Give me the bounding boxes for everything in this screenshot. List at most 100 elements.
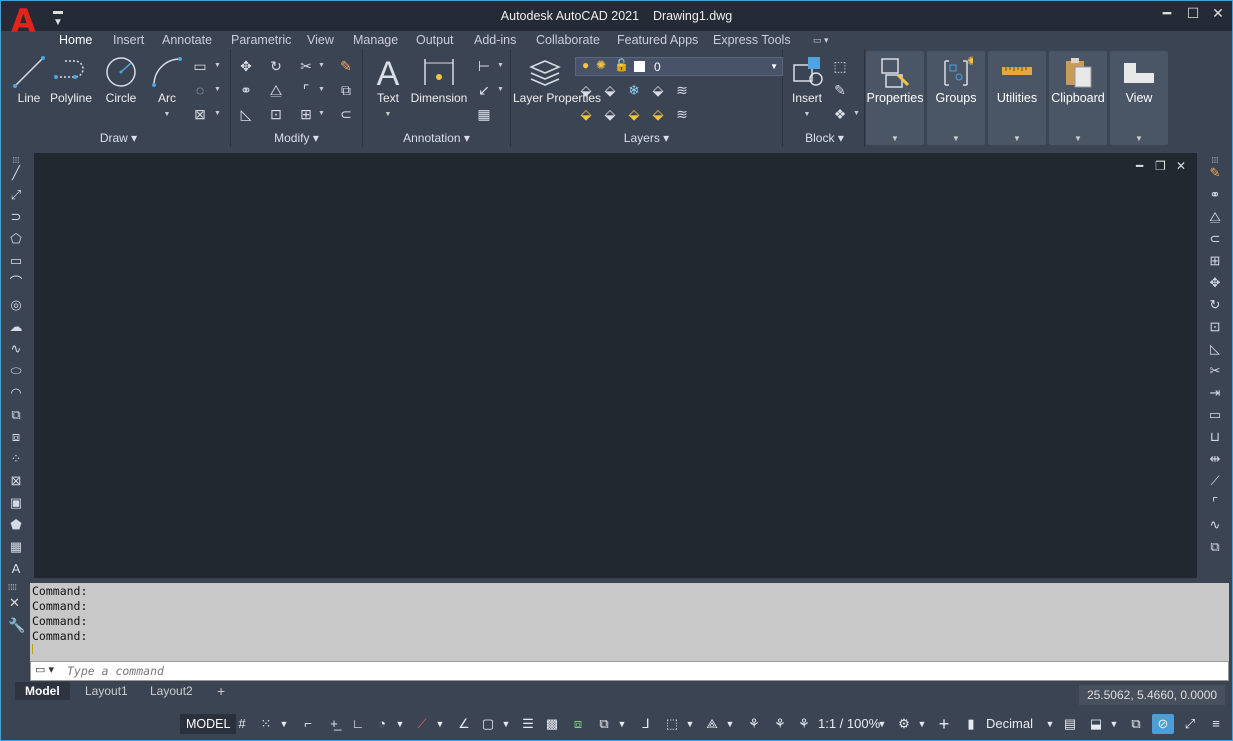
break-tool-icon[interactable]: ⊔ — [1207, 429, 1223, 445]
stretch-tool-icon[interactable]: ◺ — [1207, 341, 1223, 357]
circle-tool-icon[interactable]: ◎ — [8, 297, 24, 313]
isometric-dropdown-icon[interactable]: ▼ — [434, 714, 446, 734]
stretch-icon[interactable]: ◺ — [237, 105, 255, 123]
layer-properties-button[interactable]: Layer Properties — [513, 49, 601, 105]
leader-icon[interactable]: ↙ — [475, 81, 493, 99]
coordinate-readout[interactable]: 25.5062, 5.4660, 0.0000 — [1079, 685, 1225, 705]
command-input[interactable]: ▭ ▾ Type a command — [30, 661, 1229, 681]
extend-tool-icon[interactable]: ⇥ — [1207, 385, 1223, 401]
snap-dropdown-icon[interactable]: ▼ — [278, 714, 290, 734]
layer-match-icon[interactable]: ≋ — [673, 81, 691, 99]
maximize-icon[interactable]: ☐ — [1181, 5, 1205, 25]
workspace-dropdown-icon[interactable]: ▼ — [916, 714, 928, 734]
arc-button[interactable]: Arc ▼ — [149, 49, 185, 119]
mirror-icon[interactable]: ⧋ — [267, 81, 285, 99]
view-panel-button[interactable]: View ▼ — [1110, 51, 1168, 145]
command-grip-icon[interactable]: ⁞⁞⁞⁞ — [8, 583, 17, 592]
layer-previous-icon[interactable]: ≋ — [673, 105, 691, 123]
viewport-close-icon[interactable]: ✕ — [1176, 159, 1186, 173]
edit-block-icon[interactable]: ✎ — [831, 81, 849, 99]
trim-tool-icon[interactable]: ✂ — [1207, 363, 1223, 379]
layer-off-icon[interactable]: ⬙ — [577, 81, 595, 99]
layer-unisolate-icon[interactable]: ⬙ — [625, 105, 643, 123]
circle-button[interactable]: Circle — [101, 49, 141, 105]
isolate-objects-icon[interactable]: ⧉ — [1126, 714, 1146, 734]
point-tool-icon[interactable]: ⁘ — [8, 451, 24, 467]
object-snap-icon[interactable]: ▢ — [478, 714, 498, 734]
fillet-dropdown-icon[interactable]: ▼ — [318, 86, 325, 93]
layer-lock-toggle-icon[interactable]: ⬙ — [649, 81, 667, 99]
tab-collaborate[interactable]: Collaborate — [528, 31, 608, 49]
linear-dimension-dropdown-icon[interactable]: ▼ — [497, 62, 504, 69]
fillet-icon[interactable]: ⌜ — [297, 81, 315, 99]
ellipse-arc-icon[interactable]: ◠ — [8, 385, 24, 401]
ellipse-tool-icon[interactable]: ⬭ — [8, 363, 24, 379]
lock-ui-icon[interactable]: ⬓ — [1086, 714, 1106, 734]
model-space-button[interactable]: MODEL — [180, 714, 237, 734]
scale-dropdown-icon[interactable]: ▼ — [876, 714, 888, 734]
units-dropdown-icon[interactable]: ▼ — [1044, 714, 1056, 734]
customize-wrench-icon[interactable]: 🔧 — [8, 617, 25, 634]
insert-block-tool-icon[interactable]: ⧉ — [8, 407, 24, 423]
selection-cycling-icon[interactable]: ⧈ — [568, 714, 588, 734]
region-tool-icon[interactable]: ⬟ — [8, 517, 24, 533]
annotation-monitor-icon[interactable]: + — [934, 714, 954, 734]
make-current-icon[interactable]: ⬙ — [577, 105, 595, 123]
gizmo-icon[interactable]: ⟁ — [702, 714, 722, 734]
tab-manage[interactable]: Manage — [345, 31, 406, 49]
explode-tool-icon[interactable]: ⧉ — [1207, 539, 1223, 555]
array-dropdown-icon[interactable]: ▼ — [318, 110, 325, 117]
hatch-tool-icon[interactable]: ⊠ — [8, 473, 24, 489]
offset-icon[interactable]: ⊂ — [337, 105, 355, 123]
spline-tool-icon[interactable]: ∿ — [8, 341, 24, 357]
polar-dropdown-icon[interactable]: ▼ — [394, 714, 406, 734]
array-tool-icon[interactable]: ⊞ — [1207, 253, 1223, 269]
transparency-icon[interactable]: ▩ — [542, 714, 562, 734]
blend-curves-icon[interactable]: ∿ — [1207, 517, 1223, 533]
polar-tracking-icon[interactable]: ◔ — [372, 714, 392, 734]
array-icon[interactable]: ⊞ — [297, 105, 315, 123]
viewport-minimize-icon[interactable]: ━ — [1136, 159, 1143, 173]
insert-dropdown-icon[interactable]: ▼ — [804, 111, 811, 118]
ribbon-minimize-icon[interactable]: ▭ ▾ — [805, 31, 837, 49]
explode-icon[interactable]: ⧉ — [337, 81, 355, 99]
layer-unlock-icon[interactable]: ⬙ — [649, 105, 667, 123]
rectangle-tool-icon[interactable]: ▭ — [8, 253, 24, 269]
lock-ui-dropdown-icon[interactable]: ▼ — [1108, 714, 1120, 734]
rectangle-dropdown-icon[interactable]: ▼ — [214, 62, 221, 69]
isometric-drafting-icon[interactable]: ⟋ — [412, 714, 432, 734]
polyline-tool-icon[interactable]: ⊃ — [8, 209, 24, 225]
annotation-scale-icon[interactable]: ⚘ — [794, 714, 814, 734]
hatch-icon[interactable]: ◌ — [191, 81, 209, 99]
offset-tool-icon[interactable]: ⊂ — [1207, 231, 1223, 247]
annotation-visibility-icon[interactable]: ⚘ — [744, 714, 764, 734]
tab-featured-apps[interactable]: Featured Apps — [609, 31, 706, 49]
copy-tool-icon[interactable]: ⚭ — [1207, 187, 1223, 203]
modify-panel-title[interactable]: Modify ▾ — [231, 131, 362, 145]
arc-dropdown-icon[interactable]: ▼ — [164, 111, 171, 118]
chamfer-tool-icon[interactable]: ⟋ — [1207, 473, 1223, 489]
tab-home[interactable]: Home — [51, 31, 101, 49]
construction-line-icon[interactable]: ⤢ — [8, 187, 24, 203]
table-icon[interactable]: ▦ — [475, 105, 493, 123]
tab-view[interactable]: View — [299, 31, 342, 49]
trim-dropdown-icon[interactable]: ▼ — [318, 62, 325, 69]
ortho-mode-icon[interactable]: ∟ — [348, 714, 368, 734]
gradient-tool-icon[interactable]: ▣ — [8, 495, 24, 511]
add-layout-icon[interactable]: + — [207, 682, 235, 700]
object-snap-tracking-icon[interactable]: ∠ — [454, 714, 474, 734]
viewport-restore-icon[interactable]: ❐ — [1155, 159, 1166, 173]
infer-constraints-icon[interactable]: ⌐ — [298, 714, 318, 734]
3d-object-snap-icon[interactable]: ⧉ — [594, 714, 614, 734]
command-close-icon[interactable]: ✕ — [9, 595, 20, 611]
polyline-button[interactable]: Polyline — [49, 49, 93, 105]
layers-panel-title[interactable]: Layers ▾ — [511, 131, 782, 145]
clean-screen-icon[interactable]: ⤢ — [1180, 714, 1200, 734]
join-tool-icon[interactable]: ⇹ — [1207, 451, 1223, 467]
tab-model[interactable]: Model — [15, 682, 70, 700]
erase-icon[interactable]: ✎ — [337, 57, 355, 75]
insert-button[interactable]: Insert ▼ — [787, 49, 827, 119]
hatch-dropdown-icon[interactable]: ▼ — [214, 86, 221, 93]
copy-icon[interactable]: ⚭ — [237, 81, 255, 99]
boundary-icon[interactable]: ⊠ — [191, 105, 209, 123]
